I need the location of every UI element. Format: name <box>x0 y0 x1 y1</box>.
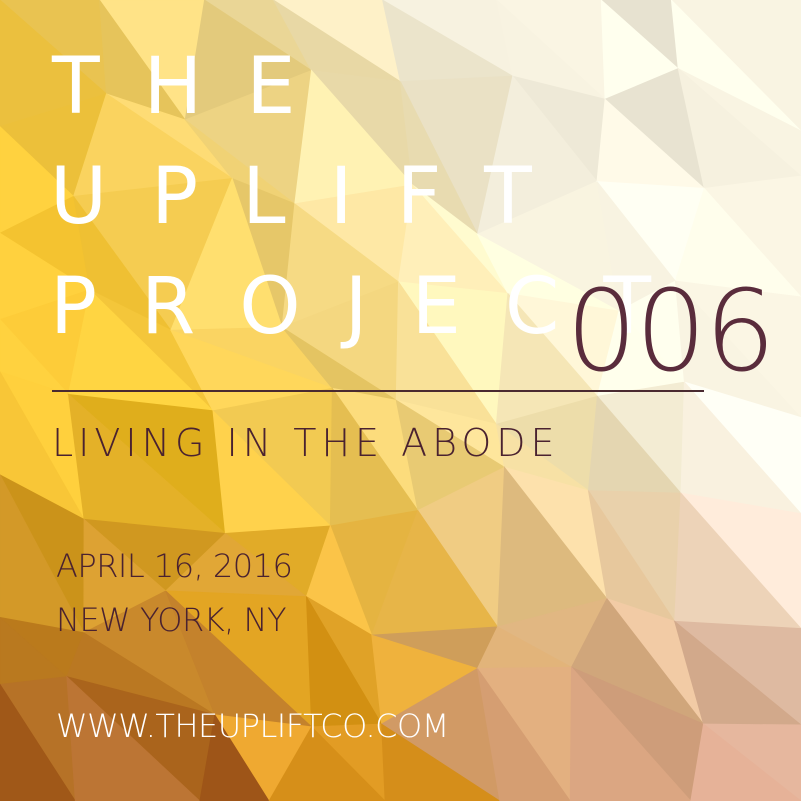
divider-line <box>52 390 704 392</box>
event-date: APRIL 16, 2016 <box>56 547 293 585</box>
website-link[interactable]: WWW.THEUPLIFTCO.COM <box>56 710 449 742</box>
event-subtitle: LIVING IN THE ABODE <box>52 421 560 465</box>
title-uplift: UPLIFT <box>50 152 576 242</box>
event-location: NEW YORK, NY <box>56 601 287 639</box>
edition-number: 006 <box>566 267 776 397</box>
title-the: THE <box>52 42 340 132</box>
